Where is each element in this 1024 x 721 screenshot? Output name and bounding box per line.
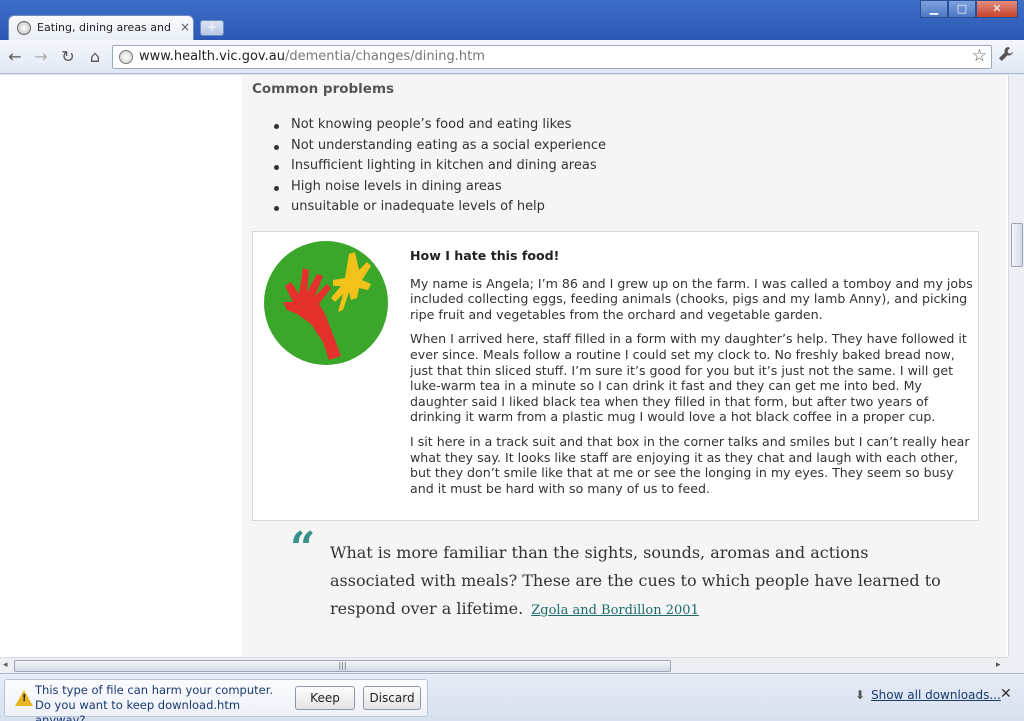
list-item: Insufficient lighting in kitchen and din… [272, 158, 606, 179]
section-heading: Common problems [252, 81, 395, 97]
download-bar: This type of file can harm your computer… [0, 673, 1024, 721]
scroll-left-icon[interactable]: ◂ [3, 660, 8, 670]
bookmark-star-icon[interactable]: ☆ [972, 46, 987, 66]
globe-icon [17, 21, 31, 35]
problem-list: Not knowing people’s food and eating lik… [272, 117, 606, 220]
tab-close-icon[interactable]: × [180, 20, 190, 34]
tab-title: Eating, dining areas and kitc [37, 21, 172, 34]
vertical-scroll-thumb[interactable] [1011, 223, 1023, 267]
list-item: Not understanding eating as a social exp… [272, 138, 606, 159]
url-path: /dementia/changes/dining.htm [284, 49, 485, 64]
globe-icon [119, 50, 133, 64]
pull-quote: What is more familiar than the sights, s… [330, 539, 950, 625]
browser-tab[interactable]: Eating, dining areas and kitc × [8, 15, 194, 41]
scroll-right-icon[interactable]: ▸ [996, 660, 1001, 670]
scrollbar-corner [1008, 657, 1024, 673]
horizontal-scrollbar[interactable]: ◂ ||| ▸ [0, 657, 1008, 673]
new-tab-button[interactable]: + [200, 20, 224, 36]
title-bar: Eating, dining areas and kitc × + ▁ □ ✕ [0, 0, 1024, 41]
address-bar[interactable]: www.health.vic.gov.au/dementia/changes/d… [112, 45, 992, 69]
forward-icon[interactable]: → [30, 47, 52, 67]
url-host: www.health.vic.gov.au [139, 49, 285, 64]
story-paragraph: When I arrived here, staff filled in a f… [410, 331, 967, 425]
home-icon[interactable]: ⌂ [84, 47, 106, 67]
download-warning-message: This type of file can harm your computer… [35, 683, 274, 721]
maximize-button[interactable]: □ [948, 0, 976, 18]
story-box: How I hate this food! My name is Angela;… [252, 231, 979, 521]
minimize-button[interactable]: ▁ [920, 0, 948, 18]
back-icon[interactable]: ← [4, 47, 26, 67]
quote-citation-link[interactable]: Zgola and Bordillon 2001 [531, 603, 699, 618]
list-item: unsuitable or inadequate levels of help [272, 199, 606, 220]
horizontal-scroll-thumb[interactable]: ||| [14, 660, 671, 672]
download-warning-panel: This type of file can harm your computer… [4, 679, 428, 721]
download-arrow-icon: ⬇ [855, 688, 866, 702]
vertical-scrollbar[interactable] [1008, 75, 1024, 657]
show-all-downloads-link[interactable]: Show all downloads... [871, 688, 1001, 702]
url-text[interactable]: www.health.vic.gov.au/dementia/changes/d… [139, 49, 485, 64]
page-viewport: Common problems Not knowing people’s foo… [0, 75, 1008, 657]
warning-icon [15, 690, 33, 706]
story-title: How I hate this food! [410, 248, 560, 263]
browser-toolbar: ← → ↻ ⌂ www.health.vic.gov.au/dementia/c… [0, 40, 1024, 74]
story-paragraph: I sit here in a track suit and that box … [410, 433, 970, 496]
list-item: Not knowing people’s food and eating lik… [272, 117, 606, 138]
close-download-bar-icon[interactable]: ✕ [1000, 686, 1012, 702]
main-content: Common problems Not knowing people’s foo… [242, 75, 1006, 657]
left-margin [0, 75, 242, 657]
story-paragraph: My name is Angela; I’m 86 and I grew up … [410, 275, 973, 322]
hands-illustration [264, 241, 388, 365]
quote-mark-icon: “ [290, 523, 316, 574]
show-all-downloads[interactable]: ⬇ Show all downloads... [855, 688, 1001, 702]
list-item: High noise levels in dining areas [272, 179, 606, 200]
reload-icon[interactable]: ↻ [57, 47, 79, 67]
wrench-icon[interactable] [998, 46, 1014, 66]
keep-button[interactable]: Keep [295, 686, 355, 710]
story-text: How I hate this food! My name is Angela;… [410, 248, 975, 505]
close-window-button[interactable]: ✕ [976, 0, 1018, 18]
window-controls: ▁ □ ✕ [920, 0, 1018, 18]
discard-button[interactable]: Discard [363, 686, 421, 710]
